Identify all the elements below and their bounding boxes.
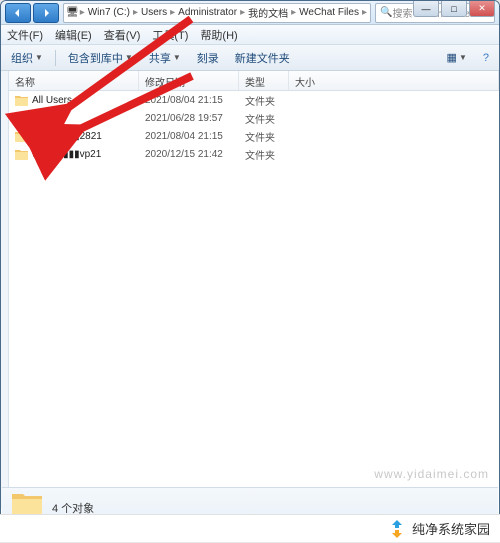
folder-icon xyxy=(15,131,28,142)
file-name: wxid_▮▮▮▮2821 xyxy=(32,131,102,142)
brand-logo-icon xyxy=(388,520,406,538)
file-row[interactable]: wxid_▮▮▮▮2821 2021/08/04 21:15 文件夹 xyxy=(9,127,499,145)
file-date: 2021/08/04 21:15 xyxy=(139,131,239,142)
file-row[interactable]: wxid_▮▮▮▮vp21 2020/12/15 21:42 文件夹 xyxy=(9,145,499,163)
file-pane: 名称 修改日期 类型 大小 All Users 2021/08/04 21:15… xyxy=(9,71,499,509)
col-name[interactable]: 名称 xyxy=(9,71,139,90)
newfolder-button[interactable]: 新建文件夹 xyxy=(231,48,294,68)
breadcrumb-segment[interactable]: Administrator xyxy=(176,7,239,18)
col-size[interactable]: 大小 xyxy=(289,71,499,90)
breadcrumb-segment[interactable]: Win7 (C:) xyxy=(86,7,132,18)
breadcrumb-segment[interactable]: WeChat Files xyxy=(297,7,361,18)
file-name: Applet xyxy=(32,113,60,124)
search-icon: 🔍 xyxy=(380,7,392,18)
col-type[interactable]: 类型 xyxy=(239,71,289,90)
file-row[interactable]: Applet 2021/06/28 19:57 文件夹 xyxy=(9,109,499,127)
help-icon[interactable]: ? xyxy=(479,50,493,66)
menu-tools[interactable]: 工具(T) xyxy=(152,27,188,43)
folder-icon xyxy=(15,149,28,160)
toolbar: 组织▼ 包含到库中▼ 共享▼ 刻录 新建文件夹 ▦▼ ? xyxy=(1,45,499,71)
nav-forward-button[interactable] xyxy=(33,3,59,23)
column-headers: 名称 修改日期 类型 大小 xyxy=(9,71,499,91)
folder-icon xyxy=(15,95,28,106)
file-type: 文件夹 xyxy=(239,111,289,126)
burn-button[interactable]: 刻录 xyxy=(193,48,223,68)
col-date[interactable]: 修改日期 xyxy=(139,71,239,90)
file-date: 2021/08/04 21:15 xyxy=(139,95,239,106)
file-name: wxid_▮▮▮▮vp21 xyxy=(32,149,101,160)
footer: 纯净系统家园 xyxy=(0,514,500,542)
brand-text: 纯净系统家园 xyxy=(412,519,490,538)
folder-icon xyxy=(15,113,28,124)
menu-edit[interactable]: 编辑(E) xyxy=(55,27,92,43)
file-date: 2020/12/15 21:42 xyxy=(139,149,239,160)
view-options-button[interactable]: ▦▼ xyxy=(443,49,471,66)
include-button[interactable]: 包含到库中▼ xyxy=(64,48,137,68)
watermark: www.yidaimei.com xyxy=(374,467,489,481)
file-row[interactable]: All Users 2021/08/04 21:15 文件夹 xyxy=(9,91,499,109)
maximize-button[interactable]: □ xyxy=(441,1,467,17)
nav-back-button[interactable] xyxy=(5,3,31,23)
minimize-button[interactable]: — xyxy=(413,1,439,17)
file-name: All Users xyxy=(32,95,72,106)
menu-help[interactable]: 帮助(H) xyxy=(200,27,237,43)
menubar: 文件(F) 编辑(E) 查看(V) 工具(T) 帮助(H) xyxy=(1,25,499,45)
titlebar: 🖥 ▸ Win7 (C:)▸ Users▸ Administrator▸ 我的文… xyxy=(1,1,499,25)
close-button[interactable]: ✕ xyxy=(469,1,495,17)
breadcrumb-segment[interactable]: 我的文档 xyxy=(246,5,290,20)
breadcrumb[interactable]: 🖥 ▸ Win7 (C:)▸ Users▸ Administrator▸ 我的文… xyxy=(63,3,371,23)
explorer-window: 🖥 ▸ Win7 (C:)▸ Users▸ Administrator▸ 我的文… xyxy=(0,0,500,542)
file-type: 文件夹 xyxy=(239,129,289,144)
menu-view[interactable]: 查看(V) xyxy=(104,27,141,43)
content-area: 名称 修改日期 类型 大小 All Users 2021/08/04 21:15… xyxy=(1,71,499,509)
file-type: 文件夹 xyxy=(239,93,289,108)
file-type: 文件夹 xyxy=(239,147,289,162)
breadcrumb-segment[interactable]: Users xyxy=(139,7,169,18)
file-date: 2021/06/28 19:57 xyxy=(139,113,239,124)
share-button[interactable]: 共享▼ xyxy=(145,48,185,68)
organize-button[interactable]: 组织▼ xyxy=(7,48,47,68)
sidebar xyxy=(1,71,9,509)
menu-file[interactable]: 文件(F) xyxy=(7,27,43,43)
computer-icon: 🖥 xyxy=(66,7,79,18)
